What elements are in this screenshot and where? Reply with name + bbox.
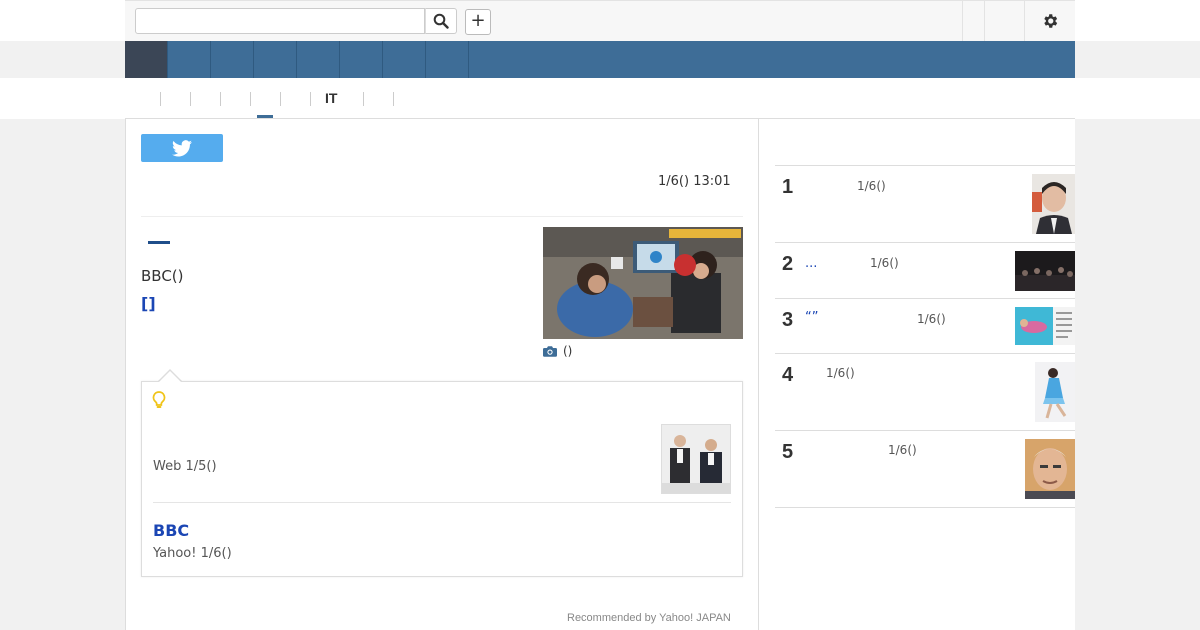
gear-icon <box>1044 14 1058 28</box>
related-thumbnail-image <box>662 425 730 493</box>
ranking-number: 4 <box>782 364 794 386</box>
top-bar: + <box>0 0 1200 41</box>
top-menu-slot[interactable] <box>984 1 1024 41</box>
nav-item[interactable] <box>168 41 211 78</box>
ranking-thumbnail[interactable] <box>1025 439 1075 499</box>
ranking-date: 1/6() <box>870 256 899 270</box>
ranking-item[interactable]: 3 “” 1/6() <box>775 299 1075 354</box>
ranking-list: 1 1/6() 2 ... 1/6() 3 “” 1/6() 4 1/6() 5… <box>775 165 1075 508</box>
sub-nav-item[interactable] <box>190 92 191 106</box>
nav-item[interactable] <box>211 41 254 78</box>
ranking-thumbnail-image <box>1015 251 1075 291</box>
ranking-date: 1/6() <box>826 366 855 380</box>
ranking-title[interactable]: “” <box>805 310 818 325</box>
sub-nav-item[interactable] <box>280 92 281 106</box>
top-right-menu <box>962 1 1075 41</box>
sub-nav-item[interactable] <box>393 92 394 106</box>
top-bar-inner: + <box>125 0 1075 41</box>
ranking-panel: 1 1/6() 2 ... 1/6() 3 “” 1/6() 4 1/6() 5… <box>759 118 1075 630</box>
search-button[interactable] <box>425 8 457 34</box>
ranking-date: 1/6() <box>888 443 917 457</box>
ranking-item[interactable]: 2 ... 1/6() <box>775 243 1075 299</box>
nav-item-home[interactable] <box>125 41 168 78</box>
related-item-title[interactable]: BBC <box>153 521 189 540</box>
ranking-thumbnail[interactable] <box>1032 174 1075 234</box>
ranking-thumbnail-image <box>1015 307 1075 345</box>
ranking-date: 1/6() <box>857 179 886 193</box>
article-source: BBC() <box>141 267 184 285</box>
search-input[interactable] <box>135 8 425 34</box>
ranking-thumbnail-image <box>1025 439 1075 499</box>
photo-caption[interactable]: () <box>543 344 572 358</box>
divider <box>153 502 731 503</box>
sub-nav-item-it[interactable]: IT <box>325 90 337 106</box>
related-item-thumbnail[interactable] <box>661 424 731 494</box>
ranking-date: 1/6() <box>917 312 946 326</box>
related-item-meta: Yahoo! 1/6() <box>153 546 232 561</box>
sub-nav-item[interactable] <box>250 92 251 106</box>
recommended-credit: Recommended by Yahoo! JAPAN <box>567 612 731 624</box>
ranking-item[interactable]: 1 1/6() <box>775 166 1075 243</box>
ranking-number: 1 <box>782 176 794 198</box>
ranking-number: 3 <box>782 309 794 331</box>
divider <box>141 216 743 217</box>
tweet-button[interactable] <box>141 134 223 162</box>
lightbulb-icon <box>152 391 166 413</box>
article-photo-image <box>543 227 743 339</box>
sub-nav <box>0 78 1200 119</box>
ranking-number: 2 <box>782 253 794 275</box>
article-photo[interactable] <box>543 227 743 339</box>
main-nav <box>125 41 1075 78</box>
article-more-link[interactable]: [] <box>141 294 156 313</box>
article-timestamp: 1/6() 13:01 <box>658 174 731 189</box>
ranking-thumbnail[interactable] <box>1015 307 1075 345</box>
related-item-meta: Web 1/5() <box>153 459 217 474</box>
top-menu-slot[interactable] <box>962 1 984 41</box>
camera-icon <box>543 346 557 357</box>
ranking-item[interactable]: 5 1/6() <box>775 431 1075 508</box>
article-panel: 1/6() 13:01 BBC() [] () Web 1/5() BBC Ya… <box>125 118 759 630</box>
nav-item[interactable] <box>426 41 469 78</box>
nav-item[interactable] <box>340 41 383 78</box>
ranking-thumbnail[interactable] <box>1015 251 1075 291</box>
ranking-thumbnail-image <box>1035 362 1075 422</box>
nav-item[interactable] <box>297 41 340 78</box>
sub-nav-item[interactable] <box>160 92 161 106</box>
search-icon <box>433 13 449 29</box>
photo-caption-label: () <box>563 344 573 358</box>
nav-item[interactable] <box>383 41 426 78</box>
ranking-thumbnail-image <box>1032 174 1075 234</box>
add-button[interactable]: + <box>465 9 491 35</box>
ranking-thumbnail[interactable] <box>1035 362 1075 422</box>
sub-nav-item[interactable] <box>310 92 311 106</box>
settings-button[interactable] <box>1024 1 1075 41</box>
ranking-number: 5 <box>782 441 794 463</box>
nav-item[interactable] <box>254 41 297 78</box>
sub-nav-item[interactable] <box>363 92 364 106</box>
related-pointer-fill <box>159 371 181 382</box>
ranking-title[interactable]: ... <box>805 256 817 271</box>
sub-nav-item[interactable] <box>220 92 221 106</box>
related-articles-box: Web 1/5() BBC Yahoo! 1/6() <box>141 381 743 577</box>
ranking-item[interactable]: 4 1/6() <box>775 354 1075 431</box>
twitter-icon <box>172 139 192 156</box>
headline-dash <box>148 241 170 244</box>
